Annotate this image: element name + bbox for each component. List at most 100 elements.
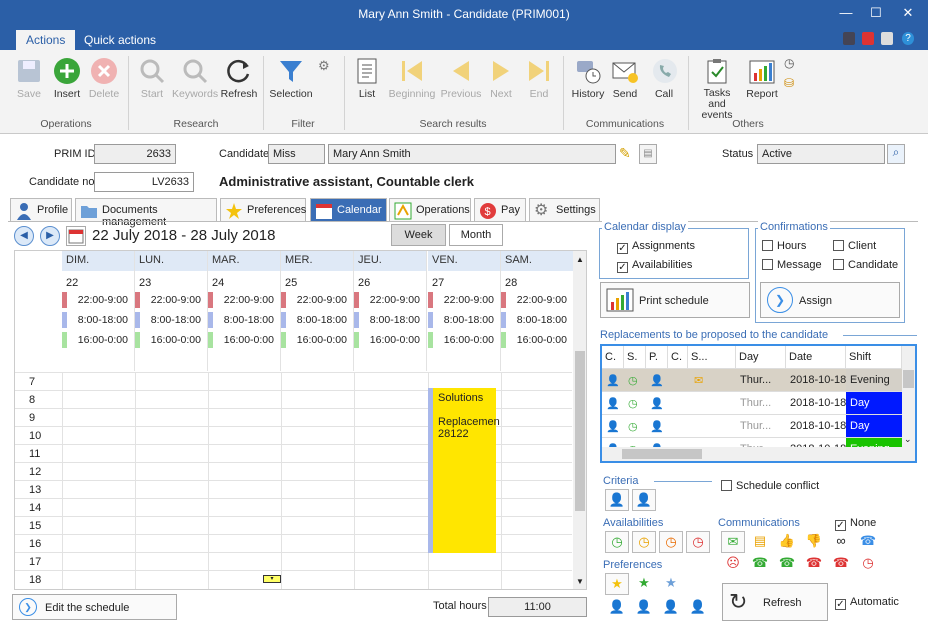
phone-green-icon[interactable]: ☎: [748, 553, 772, 575]
date-picker-icon[interactable]: [66, 226, 86, 246]
day-column[interactable]: JEU. 26 22:00-9:00 8:00-18:00 16:00-0:00: [354, 251, 427, 371]
scroll-thumb[interactable]: [575, 351, 585, 511]
replacements-vscroll[interactable]: ⌄: [902, 346, 915, 461]
save-button[interactable]: Save: [12, 56, 46, 100]
none-checkbox[interactable]: ✓ None: [835, 517, 876, 531]
insert-button[interactable]: Insert: [50, 56, 84, 100]
replacements-hscroll[interactable]: [602, 447, 902, 461]
keywords-button[interactable]: Keywords: [172, 56, 218, 100]
calculator-icon[interactable]: [843, 32, 855, 45]
close-button[interactable]: ✕: [894, 2, 922, 24]
shift-entry[interactable]: 16:00-0:00: [281, 331, 353, 349]
shift-entry[interactable]: 8:00-18:00: [354, 311, 426, 329]
status-search-icon[interactable]: ⌕: [887, 144, 905, 164]
hours-checkbox[interactable]: Hours: [762, 240, 806, 252]
calendar-icon[interactable]: [862, 32, 874, 45]
tab-documents[interactable]: Documents management: [75, 198, 217, 228]
tab-operations[interactable]: Operations: [389, 198, 471, 222]
candidate-name-field[interactable]: Mary Ann Smith: [328, 144, 616, 164]
hour-row[interactable]: 17: [15, 552, 572, 570]
call-button[interactable]: Call: [650, 56, 678, 100]
shift-entry[interactable]: 16:00-0:00: [135, 331, 207, 349]
clock-red-icon[interactable]: ◷: [856, 553, 880, 575]
shift-entry[interactable]: 22:00-9:00: [354, 291, 426, 309]
shift-entry[interactable]: 8:00-18:00: [501, 311, 573, 329]
availability-clock-green-icon[interactable]: ◷: [605, 531, 629, 553]
day-column[interactable]: VEN. 27 22:00-9:00 8:00-18:00 16:00-0:00: [428, 251, 501, 371]
thumbs-up-icon[interactable]: 👍: [775, 531, 799, 553]
phone-check-icon[interactable]: ☎: [775, 553, 799, 575]
phone-red-icon[interactable]: ☎: [829, 553, 853, 575]
report-button[interactable]: Report: [744, 56, 780, 100]
comm-mail-icon[interactable]: ✉: [721, 531, 745, 553]
start-button[interactable]: Start: [136, 56, 168, 100]
clock-icon[interactable]: ◷: [784, 56, 794, 70]
column-header[interactable]: Day: [736, 346, 786, 368]
table-row[interactable]: 👤 ◷ 👤 ✉ Thur... 2018-10-18 Evening: [602, 368, 902, 391]
tab-profile[interactable]: Profile: [10, 198, 72, 222]
beginning-button[interactable]: Beginning: [386, 56, 438, 100]
shift-entry[interactable]: 8:00-18:00: [135, 311, 207, 329]
voicemail-icon[interactable]: ∞: [829, 531, 853, 553]
sad-face-icon[interactable]: ☹: [721, 553, 745, 575]
column-header[interactable]: S...: [688, 346, 736, 368]
shift-entry[interactable]: 16:00-0:00: [62, 331, 134, 349]
availability-clock-orange-icon[interactable]: ◷: [659, 531, 683, 553]
refresh-filters-button[interactable]: ↻ Refresh: [722, 583, 828, 621]
week-view-button[interactable]: Week: [391, 224, 446, 246]
column-header[interactable]: S.: [624, 346, 646, 368]
pref-user-yellow-icon[interactable]: 👤: [659, 597, 683, 619]
client-checkbox[interactable]: Client: [833, 240, 876, 252]
delete-button[interactable]: Delete: [87, 56, 121, 100]
comm-message-icon[interactable]: ▤: [748, 531, 772, 553]
pref-star-yellow-icon[interactable]: ★: [605, 573, 629, 595]
scroll-down-icon[interactable]: ⌄: [904, 434, 912, 445]
shift-entry[interactable]: 16:00-0:00: [428, 331, 500, 349]
tab-preferences[interactable]: Preferences: [220, 198, 306, 222]
availabilities-checkbox[interactable]: ✓ Availabilities: [617, 259, 692, 273]
end-button[interactable]: End: [524, 56, 554, 100]
shift-entry[interactable]: 8:00-18:00: [428, 311, 500, 329]
automatic-checkbox[interactable]: ✓ Automatic: [835, 596, 899, 610]
column-header[interactable]: Date: [786, 346, 846, 368]
thumbs-down-icon[interactable]: 👎: [802, 531, 826, 553]
candidate-checkbox[interactable]: Candidate: [833, 259, 898, 271]
history-button[interactable]: History: [570, 56, 606, 100]
selection-button[interactable]: Selection: [269, 56, 313, 100]
assign-button[interactable]: ❯ Assign: [760, 282, 900, 318]
table-row[interactable]: 👤 ◷ 👤 Thur... 2018-10-18 Day: [602, 414, 902, 437]
scroll-down-icon[interactable]: ▼: [576, 577, 584, 586]
pencil-icon[interactable]: ✎: [619, 145, 635, 163]
prev-week-button[interactable]: ◀: [14, 226, 34, 246]
table-row[interactable]: 👤 ◷ 👤 Thur... 2018-10-18 Day: [602, 391, 902, 414]
scroll-up-icon[interactable]: ▲: [576, 255, 584, 264]
availability-clock-red-icon[interactable]: ◷: [686, 531, 710, 553]
day-column[interactable]: DIM. 22 22:00-9:00 8:00-18:00 16:00-0:00: [62, 251, 135, 371]
column-header[interactable]: Shift: [846, 346, 902, 368]
filter-settings-icon[interactable]: ⚙: [318, 58, 332, 73]
phone-blue-icon[interactable]: ☎: [856, 531, 880, 553]
pref-user-green-icon[interactable]: 👤: [632, 597, 656, 619]
availability-clock-yellow-icon[interactable]: ◷: [632, 531, 656, 553]
print-schedule-button[interactable]: Print schedule: [600, 282, 750, 318]
shift-entry[interactable]: 22:00-9:00: [62, 291, 134, 309]
day-column[interactable]: SAM. 28 22:00-9:00 8:00-18:00 16:00-0:00: [501, 251, 574, 371]
next-week-button[interactable]: ▶: [40, 226, 60, 246]
tasks-button[interactable]: Tasks and events: [694, 56, 740, 121]
criteria-user-alert-icon[interactable]: 👤: [632, 489, 656, 511]
salutation-field[interactable]: Miss: [268, 144, 325, 164]
candidate-no-field[interactable]: LV2633: [94, 172, 194, 192]
money-icon[interactable]: ⛁: [784, 76, 794, 90]
lock-icon[interactable]: [881, 32, 893, 45]
id-card-icon[interactable]: ▤: [639, 144, 657, 164]
minimize-button[interactable]: —: [832, 2, 860, 24]
status-field[interactable]: Active: [757, 144, 885, 164]
assignments-checkbox[interactable]: ✓ Assignments: [617, 240, 695, 254]
refresh-button[interactable]: Refresh: [220, 56, 258, 100]
phone-missed-icon[interactable]: ☎: [802, 553, 826, 575]
column-header[interactable]: C.: [602, 346, 624, 368]
tab-quick-actions[interactable]: Quick actions: [74, 30, 166, 50]
hscroll-thumb[interactable]: [622, 449, 702, 459]
shift-entry[interactable]: 22:00-9:00: [428, 291, 500, 309]
next-button[interactable]: Next: [486, 56, 516, 100]
